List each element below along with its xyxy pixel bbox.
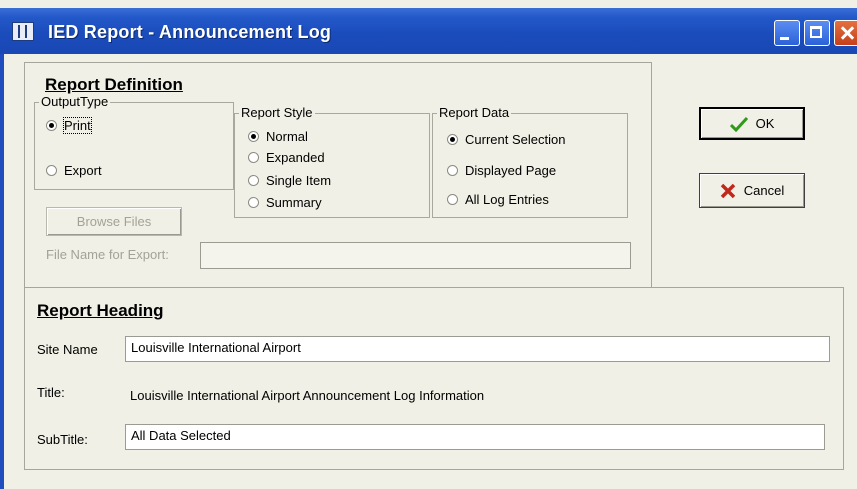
report-data-label: Report Data — [437, 105, 512, 120]
cancel-label: Cancel — [743, 183, 785, 198]
radio-export-indicator — [46, 165, 57, 176]
window-title: IED Report - Announcement Log — [48, 22, 332, 42]
site-name-label: Site Name — [37, 342, 98, 357]
radio-single-item-indicator — [248, 175, 259, 186]
app-icon[interactable] — [12, 22, 34, 41]
subtitle-label: SubTitle: — [37, 432, 88, 447]
radio-print-indicator — [46, 120, 57, 131]
radio-displayed-page[interactable]: Displayed Page — [447, 163, 556, 178]
radio-export[interactable]: Export — [46, 163, 102, 178]
cancel-button[interactable]: Cancel — [699, 173, 805, 208]
radio-summary-indicator — [248, 197, 259, 208]
radio-summary-label: Summary — [266, 195, 322, 210]
window-left-border — [0, 54, 4, 489]
radio-expanded-indicator — [248, 152, 259, 163]
report-definition-heading: Report Definition — [45, 75, 183, 94]
radio-displayed-page-indicator — [447, 165, 458, 176]
radio-single-item-label: Single Item — [266, 173, 332, 188]
x-icon — [720, 183, 736, 198]
maximize-icon[interactable] — [804, 20, 830, 46]
radio-all-log-entries-label: All Log Entries — [465, 192, 549, 207]
title-bar[interactable]: IED Report - Announcement Log — [0, 8, 857, 54]
radio-summary[interactable]: Summary — [248, 195, 322, 210]
file-name-input[interactable] — [200, 242, 631, 269]
browse-files-button[interactable]: Browse Files — [46, 207, 182, 236]
radio-all-log-entries[interactable]: All Log Entries — [447, 192, 549, 207]
report-heading-heading: Report Heading — [37, 301, 164, 320]
radio-current-selection-indicator — [447, 134, 458, 145]
radio-expanded-label: Expanded — [266, 150, 325, 165]
file-name-label: File Name for Export: — [46, 247, 169, 262]
subtitle-input[interactable]: All Data Selected — [125, 424, 825, 450]
radio-normal-label: Normal — [266, 129, 308, 144]
radio-single-item[interactable]: Single Item — [248, 173, 331, 188]
radio-normal[interactable]: Normal — [248, 129, 308, 144]
title-label: Title: — [37, 385, 65, 400]
title-value: Louisville International Airport Announc… — [130, 388, 485, 403]
radio-current-selection-label: Current Selection — [465, 132, 566, 147]
output-type-label: OutputType — [39, 94, 111, 109]
radio-displayed-page-label: Displayed Page — [465, 163, 557, 178]
radio-all-log-entries-indicator — [447, 194, 458, 205]
radio-print[interactable]: Print — [46, 117, 92, 134]
minimize-icon[interactable] — [774, 20, 800, 46]
close-icon[interactable] — [834, 20, 857, 46]
radio-print-label: Print — [63, 117, 92, 134]
ok-label: OK — [755, 116, 775, 131]
ok-button[interactable]: OK — [699, 107, 805, 140]
radio-export-label: Export — [64, 163, 102, 178]
site-name-input[interactable]: Louisville International Airport — [125, 336, 830, 362]
radio-current-selection[interactable]: Current Selection — [447, 132, 565, 147]
dialog-window: IED Report - Announcement Log Report Def… — [0, 0, 857, 489]
radio-normal-indicator — [248, 131, 259, 142]
report-style-label: Report Style — [239, 105, 315, 120]
radio-expanded[interactable]: Expanded — [248, 150, 325, 165]
check-icon — [729, 116, 748, 132]
